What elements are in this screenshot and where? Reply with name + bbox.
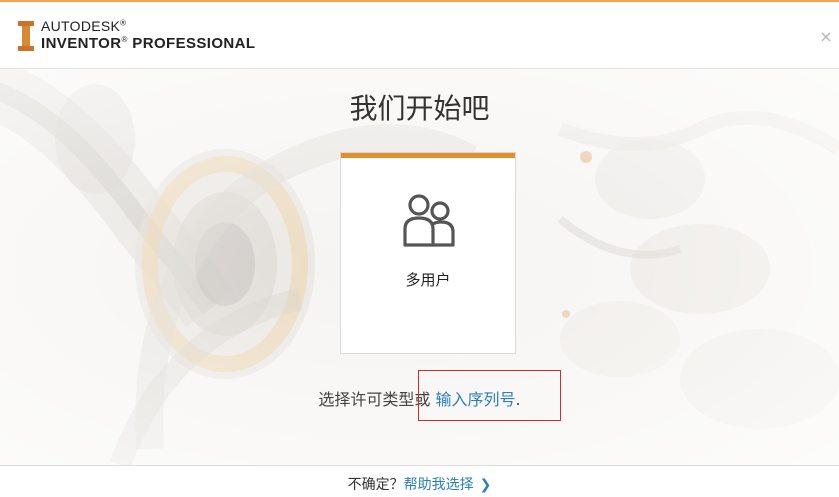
help-me-choose-link[interactable]: 帮助我选择	[404, 477, 474, 493]
license-instruction: 选择许可类型或 输入序列号.	[0, 386, 839, 410]
multi-user-card[interactable]: 多用户	[341, 153, 515, 353]
header: AUTODESK® INVENTOR® PROFESSIONAL ×	[0, 2, 839, 69]
multi-user-label: 多用户	[405, 271, 451, 289]
footer-prefix-text: 不确定？	[347, 477, 404, 493]
chevron-right-icon[interactable]: ❯	[480, 477, 492, 493]
brand-product-name: INVENTOR® PROFESSIONAL	[41, 35, 256, 52]
license-prefix-text: 选择许可类型或	[318, 390, 436, 409]
license-suffix-text: .	[515, 390, 521, 409]
footer: 不确定？帮助我选择 ❯	[0, 465, 839, 497]
close-icon[interactable]: ×	[819, 29, 833, 45]
brand-autodesk: AUTODESK®	[41, 18, 127, 34]
inventor-logo-icon	[18, 21, 34, 51]
page-title: 我们开始吧	[349, 92, 490, 125]
multi-user-icon	[403, 194, 455, 247]
main-stage: 我们开始吧 多用户 选择许可类型或 输入序列号.	[0, 69, 839, 465]
enter-serial-link[interactable]: 输入序列号	[435, 390, 515, 409]
footer-help: 不确定？帮助我选择 ❯	[0, 474, 839, 494]
